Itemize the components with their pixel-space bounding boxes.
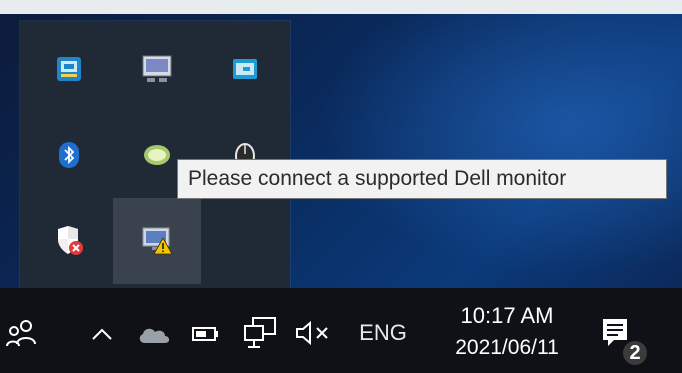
clock-time: 10:17 AM (460, 303, 554, 328)
taskbar: ENG 10:17 AM 2021/06/11 2 (0, 288, 682, 373)
top-background-strip (0, 0, 682, 14)
tray-overflow-flyout (20, 21, 290, 288)
network-ethernet-icon[interactable] (240, 314, 280, 352)
taskbar-clock[interactable]: 10:17 AM 2021/06/11 (432, 302, 582, 362)
show-hidden-icons-chevron-up-icon[interactable] (86, 318, 118, 350)
dell-display-manager-warning-icon[interactable] (113, 198, 201, 284)
notification-count-badge: 2 (621, 339, 649, 367)
card-icon[interactable] (201, 26, 289, 112)
clock-date: 2021/06/11 (455, 336, 559, 359)
desktop-wallpaper (300, 14, 682, 288)
input-language-indicator[interactable]: ENG (350, 316, 416, 350)
security-shield-warning-icon[interactable] (25, 198, 113, 284)
onedrive-cloud-icon[interactable] (134, 318, 174, 350)
battery-icon[interactable] (190, 319, 222, 349)
tooltip: Please connect a supported Dell monitor (177, 159, 667, 199)
display-manager-icon[interactable] (113, 26, 201, 112)
intel-graphics-icon[interactable] (25, 26, 113, 112)
bluetooth-icon[interactable] (25, 112, 113, 198)
volume-muted-icon[interactable] (292, 315, 336, 351)
people-icon[interactable] (2, 312, 42, 352)
